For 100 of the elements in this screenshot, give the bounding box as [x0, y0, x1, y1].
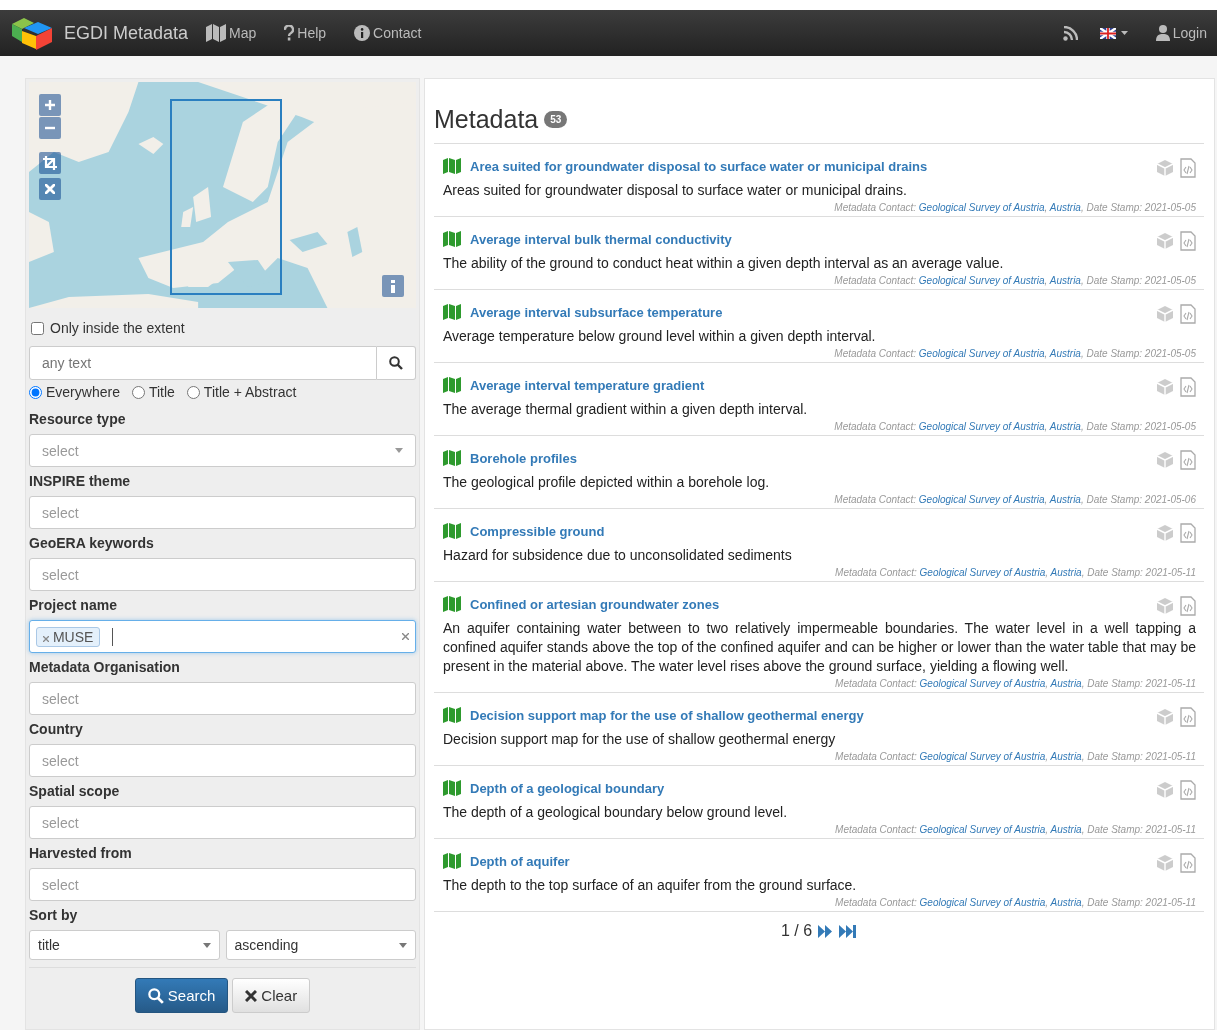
record-meta: Metadata Contact: Geological Survey of Austria, Austria, Date Stamp: 2021-05-05 [833, 421, 1196, 432]
select-field[interactable]: select [29, 744, 416, 777]
select-field[interactable]: select [29, 682, 416, 715]
record-description: Hazard for subsidence due to unconsolidated sediments [443, 546, 793, 565]
next-page-icon[interactable] [818, 924, 834, 938]
tag[interactable]: MUSE [36, 626, 101, 647]
cube-icon[interactable] [1156, 451, 1174, 469]
sort-field-select[interactable]: title [29, 930, 220, 960]
nav-link[interactable]: Contact [354, 25, 422, 41]
code-file-icon[interactable] [1180, 523, 1196, 543]
record-title-link[interactable]: Compressible ground [470, 523, 605, 539]
record-title-link[interactable]: Area suited for groundwater disposal to surface water or municipal drains [470, 158, 928, 174]
search-button[interactable]: Search [134, 978, 229, 1013]
cube-icon[interactable] [1156, 708, 1174, 726]
meta-link[interactable]: Geological Survey of Austria [918, 202, 1045, 213]
record-title-link[interactable]: Depth of a geological boundary [470, 780, 665, 796]
code-file-icon[interactable] [1180, 596, 1196, 616]
meta-link[interactable]: Austria [1050, 751, 1082, 762]
cube-icon[interactable] [1156, 378, 1174, 396]
login-link[interactable]: Login [1155, 25, 1207, 41]
caret-icon [395, 448, 403, 453]
meta-link[interactable]: Austria [1049, 494, 1081, 505]
select-field[interactable]: select [29, 434, 416, 467]
select-field[interactable]: select [29, 558, 416, 591]
record-description: Decision support map for the use of shallow geothermal energy [443, 730, 837, 749]
select-field[interactable]: select [29, 806, 416, 839]
clear-icon[interactable] [402, 633, 409, 640]
sort-order-select[interactable]: ascending [225, 930, 416, 960]
meta-link[interactable]: Geological Survey of Austria [918, 275, 1045, 286]
radio-button[interactable] [131, 385, 145, 399]
nav-link[interactable]: Map [206, 24, 257, 42]
map-icon [443, 377, 461, 393]
code-file-icon[interactable] [1180, 377, 1196, 397]
brand-link[interactable]: EGDI Metadata [64, 22, 189, 44]
meta-link[interactable]: Austria [1050, 897, 1082, 908]
remove-icon[interactable] [43, 635, 49, 642]
clear-button[interactable]: Clear [232, 978, 311, 1013]
info-button[interactable] [382, 275, 404, 297]
cube-icon[interactable] [1156, 159, 1174, 177]
meta-link[interactable]: Austria [1049, 275, 1081, 286]
filter-label: Harvested from [29, 845, 133, 861]
meta-link[interactable]: Geological Survey of Austria [918, 494, 1045, 505]
record-description: The depth to the top surface of an aquifer from the ground surface. [443, 876, 858, 895]
record-title-link[interactable]: Depth of aquifer [470, 853, 570, 869]
radio-button[interactable] [186, 385, 200, 399]
rss-icon[interactable] [1062, 25, 1078, 41]
language-menu[interactable] [1099, 27, 1128, 39]
record-title-link[interactable]: Confined or artesian groundwater zones [470, 596, 720, 612]
code-file-icon[interactable] [1180, 853, 1196, 873]
code-file-icon[interactable] [1180, 780, 1196, 800]
map-icon [443, 853, 461, 869]
nav-link[interactable]: Help [284, 25, 327, 41]
filter-label: Country [29, 721, 84, 737]
record-title-link[interactable]: Average interval subsurface temperature [470, 304, 723, 320]
select-field[interactable]: select [29, 496, 416, 529]
cube-icon[interactable] [1156, 232, 1174, 250]
search-button[interactable] [377, 346, 416, 380]
meta-link[interactable]: Geological Survey of Austria [918, 348, 1045, 359]
checkbox[interactable] [31, 321, 44, 335]
cube-icon[interactable] [1156, 305, 1174, 323]
meta-link[interactable]: Austria [1049, 421, 1081, 432]
radio-button[interactable] [29, 385, 42, 399]
cube-icon[interactable] [1156, 597, 1174, 615]
last-page-icon[interactable] [839, 924, 858, 938]
code-file-icon[interactable] [1180, 158, 1196, 178]
cube-icon[interactable] [1156, 781, 1174, 799]
meta-link[interactable]: Austria [1050, 678, 1082, 689]
meta-link[interactable]: Austria [1049, 202, 1081, 213]
search-icon [389, 356, 403, 370]
code-file-icon[interactable] [1180, 450, 1196, 470]
clear-extent-button[interactable] [39, 178, 61, 200]
search-field[interactable]: any text [29, 346, 377, 380]
cube-icon[interactable] [1156, 524, 1174, 542]
caret-icon [202, 942, 211, 948]
meta-link[interactable]: Geological Survey of Austria [918, 421, 1045, 432]
info-icon [391, 279, 395, 293]
map-icon [443, 231, 461, 247]
cube-icon[interactable] [1156, 854, 1174, 872]
info-icon [354, 25, 371, 41]
meta-link[interactable]: Austria [1050, 567, 1082, 578]
meta-link[interactable]: Austria [1049, 348, 1081, 359]
zoom-out-button[interactable] [39, 117, 61, 139]
code-file-icon[interactable] [1180, 231, 1196, 251]
record-description: An aquifer containing water between to two relatively impermeable boundaries. The water level in a well tapping a confined aquifer stands above the top of the confined aquifer and can be higher or lower than the water table that may be present in the material above. The water level rises above the ground surface, yielding a flowing well. [443, 619, 1196, 676]
map-icon [206, 24, 227, 42]
results-title: Metadata [434, 105, 539, 134]
record-title-link[interactable]: Borehole profiles [470, 450, 577, 466]
meta-link[interactable]: Austria [1050, 824, 1082, 835]
crop-button[interactable] [39, 152, 61, 174]
select-field[interactable]: select [29, 868, 416, 901]
minus-icon [45, 126, 55, 130]
record-title-link[interactable]: Decision support map for the use of shallow geothermal energy [470, 707, 864, 723]
record-title-link[interactable]: Average interval temperature gradient [470, 377, 705, 393]
tag-field[interactable]: MUSE [29, 620, 416, 653]
logo-icon[interactable] [12, 16, 52, 50]
record-title-link[interactable]: Average interval bulk thermal conductivity [470, 231, 732, 247]
close-icon [45, 184, 55, 194]
code-file-icon[interactable] [1180, 304, 1196, 324]
code-file-icon[interactable] [1180, 707, 1196, 727]
zoom-in-button[interactable] [39, 94, 61, 116]
